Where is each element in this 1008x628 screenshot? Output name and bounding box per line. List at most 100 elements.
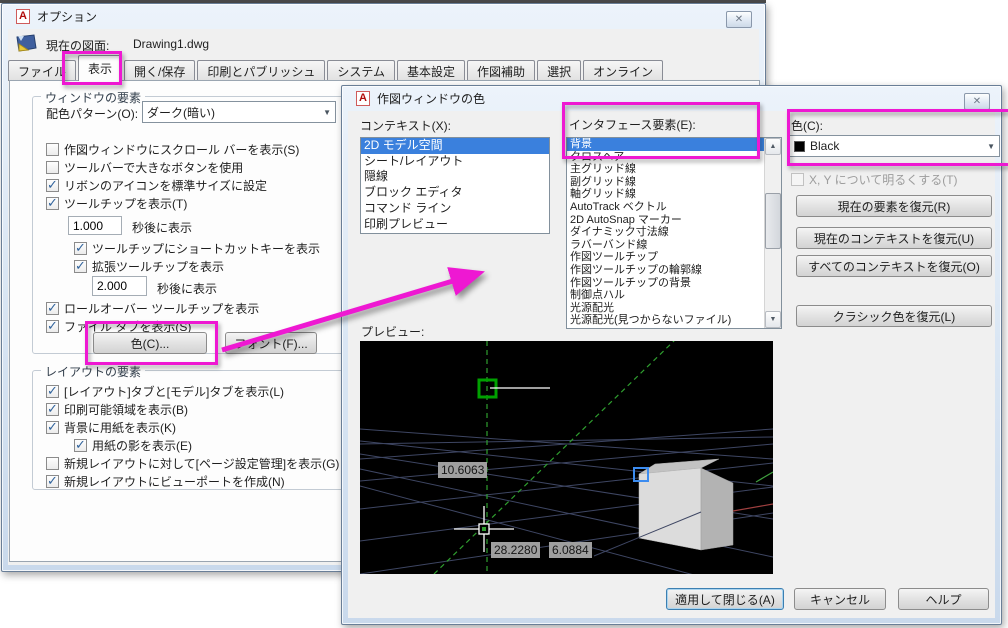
checkbox-ribbon-icon-size[interactable]: リボンのアイコンを標準サイズに設定 <box>46 177 267 194</box>
options-titlebar[interactable]: A オプション <box>2 4 765 28</box>
apply-close-button[interactable]: 適用して閉じる(A) <box>666 588 784 610</box>
checkbox-icon <box>46 161 59 174</box>
list-item[interactable]: 隠線 <box>361 169 549 185</box>
options-dialog-title: オプション <box>36 9 97 24</box>
chevron-down-icon: ▼ <box>987 141 995 151</box>
screenshot-root: A オプション ✕ 現在の図面: Drawing1.dwg ファイル 表示 開く… <box>0 0 1008 628</box>
checkbox-page-setup-manager[interactable]: 新規レイアウトに対して[ページ設定管理]を表示(G) <box>46 455 339 472</box>
preview-canvas: 10.6063 28.2280 6.0884 <box>360 341 773 574</box>
color-swatch <box>794 140 805 152</box>
tab-user-preferences[interactable]: 基本設定 <box>397 60 466 81</box>
restore-all-contexts-button[interactable]: すべてのコンテキストを復元(O) <box>796 255 992 277</box>
tab-selection[interactable]: 選択 <box>537 60 582 81</box>
axis-green-line <box>755 471 773 483</box>
restore-context-button[interactable]: 現在のコンテキストを復元(U) <box>796 227 992 249</box>
checkbox-icon <box>46 300 59 316</box>
tab-online[interactable]: オンライン <box>583 60 664 81</box>
tab-plot-publish[interactable]: 印刷とパブリッシュ <box>197 60 326 81</box>
color-label: 色(C): <box>791 119 823 133</box>
list-item[interactable]: 制御点ハル <box>567 289 764 302</box>
list-item[interactable]: 2D AutoSnap マーカー <box>567 214 764 227</box>
window-elements-group-title: ウィンドウの要素 <box>41 89 146 106</box>
checkbox-icon <box>46 177 59 193</box>
color-scheme-select[interactable]: ダーク(暗い) ▼ <box>142 101 336 123</box>
list-item[interactable]: 2D モデル空間 <box>361 138 549 154</box>
checkbox-paper-shadow[interactable]: 用紙の影を表示(E) <box>74 437 192 454</box>
colors-dialog-titlebar[interactable]: A 作図ウィンドウの色 <box>342 86 1001 110</box>
interface-elements-label: インタフェース要素(E): <box>569 118 696 132</box>
list-item[interactable]: シート/レイアウト <box>361 154 549 170</box>
options-tab-strip: ファイル 表示 開く/保存 印刷とパブリッシュ システム 基本設定 作図補助 選… <box>8 55 665 81</box>
checkbox-extended-tooltips[interactable]: 拡張ツールチップを表示 <box>74 258 224 275</box>
current-drawing-label: 現在の図面: <box>46 39 110 53</box>
cancel-button[interactable]: キャンセル <box>794 588 886 610</box>
extended-tooltip-delay-input[interactable] <box>92 276 147 296</box>
autocad-logo-icon: A <box>356 90 370 106</box>
extended-tooltip-delay-suffix: 秒後に表示 <box>157 282 218 296</box>
list-item[interactable]: 光源配光(見つからないファイル) <box>567 314 764 327</box>
checkbox-icon <box>74 437 87 453</box>
close-icon[interactable]: ✕ <box>726 11 752 28</box>
list-item[interactable]: 作図ツールチップ <box>567 251 764 264</box>
fonts-button[interactable]: フォント(F)... <box>225 332 317 354</box>
list-item[interactable]: コマンド ライン <box>361 201 549 217</box>
list-item[interactable]: 背景 <box>567 138 764 151</box>
tab-system[interactable]: システム <box>327 60 396 81</box>
colors-button[interactable]: 色(C)... <box>93 332 207 354</box>
list-item[interactable]: 軸グリッド線 <box>567 188 764 201</box>
tooltip-delay-input[interactable] <box>68 216 122 235</box>
interface-elements-list[interactable]: 背景 クロスヘア 主グリッド線 副グリッド線 軸グリッド線 AutoTrack … <box>566 137 782 329</box>
list-item[interactable]: 作図ツールチップの背景 <box>567 277 764 290</box>
checkbox-show-tooltips[interactable]: ツールチップを表示(T) <box>46 195 187 212</box>
checkbox-display-scrollbars[interactable]: 作図ウィンドウにスクロール バーを表示(S) <box>46 141 299 158</box>
list-item[interactable]: ダイナミック寸法線 <box>567 226 764 239</box>
list-item[interactable]: 印刷プレビュー <box>361 217 549 233</box>
list-item[interactable]: ブロック エディタ <box>361 185 549 201</box>
drawing-file-icon <box>16 34 37 52</box>
list-item[interactable]: 主グリッド線 <box>567 163 764 176</box>
list-item[interactable]: クロスヘア <box>567 151 764 164</box>
checkbox-icon <box>46 383 59 399</box>
checkbox-large-toolbar-buttons[interactable]: ツールバーで大きなボタンを使用 <box>46 159 243 176</box>
tab-open-save[interactable]: 開く/保存 <box>124 60 196 81</box>
close-icon[interactable]: ✕ <box>964 93 990 110</box>
checkbox-icon <box>46 419 59 435</box>
checkbox-create-viewport[interactable]: 新規レイアウトにビューポートを作成(N) <box>46 473 285 490</box>
checkbox-tint-xy: X, Y について明るくする(T) <box>791 171 958 188</box>
list-item[interactable]: 作図ツールチップの輪郭線 <box>567 264 764 277</box>
checkbox-icon <box>46 401 59 417</box>
scrollbar-thumb[interactable] <box>765 193 781 249</box>
list-item[interactable]: 光源配光 <box>567 302 764 315</box>
tooltip-delay-suffix: 秒後に表示 <box>132 221 193 235</box>
dynamic-dim-tooltip: 6.0884 <box>549 542 592 558</box>
scroll-down-icon[interactable]: ▼ <box>765 311 781 328</box>
dynamic-dim-tooltip: 10.6063 <box>438 462 488 478</box>
help-button[interactable]: ヘルプ <box>898 588 989 610</box>
chevron-down-icon: ▼ <box>323 107 331 117</box>
checkbox-paper-background[interactable]: 背景に用紙を表示(K) <box>46 419 176 436</box>
layout-elements-group-title: レイアウトの要素 <box>41 363 146 380</box>
list-item[interactable]: ラバーバンド線 <box>567 239 764 252</box>
color-scheme-label: 配色パターン(O): <box>46 107 139 121</box>
checkbox-icon <box>46 473 59 489</box>
checkbox-icon <box>46 318 59 334</box>
dynamic-dim-tooltip: 28.2280 <box>491 542 541 558</box>
tab-display[interactable]: 表示 <box>78 55 123 81</box>
list-item[interactable]: AutoTrack ベクトル <box>567 201 764 214</box>
color-select[interactable]: Black ▼ <box>789 135 1000 157</box>
tab-file[interactable]: ファイル <box>8 60 77 81</box>
interface-list-scrollbar[interactable]: ▲ ▼ <box>764 138 781 328</box>
restore-classic-colors-button[interactable]: クラシック色を復元(L) <box>796 305 992 327</box>
checkbox-tooltip-shortcut-keys[interactable]: ツールチップにショートカットキーを表示 <box>74 240 320 257</box>
context-list[interactable]: 2D モデル空間 シート/レイアウト 隠線 ブロック エディタ コマンド ライン… <box>360 137 550 234</box>
tab-drafting[interactable]: 作図補助 <box>467 60 536 81</box>
checkbox-rollover-tooltips[interactable]: ロールオーバー ツールチップを表示 <box>46 300 259 317</box>
list-item[interactable]: 副グリッド線 <box>567 176 764 189</box>
checkbox-icon <box>46 143 59 156</box>
drawing-window-colors-dialog: A 作図ウィンドウの色 ✕ コンテキスト(X): 2D モデル空間 シート/レイ… <box>341 85 1002 625</box>
restore-element-button[interactable]: 現在の要素を復元(R) <box>796 195 992 217</box>
checkbox-icon <box>74 258 87 274</box>
checkbox-printable-area[interactable]: 印刷可能領域を表示(B) <box>46 401 188 418</box>
checkbox-layout-model-tabs[interactable]: [レイアウト]タブと[モデル]タブを表示(L) <box>46 383 284 400</box>
scroll-up-icon[interactable]: ▲ <box>765 138 781 155</box>
